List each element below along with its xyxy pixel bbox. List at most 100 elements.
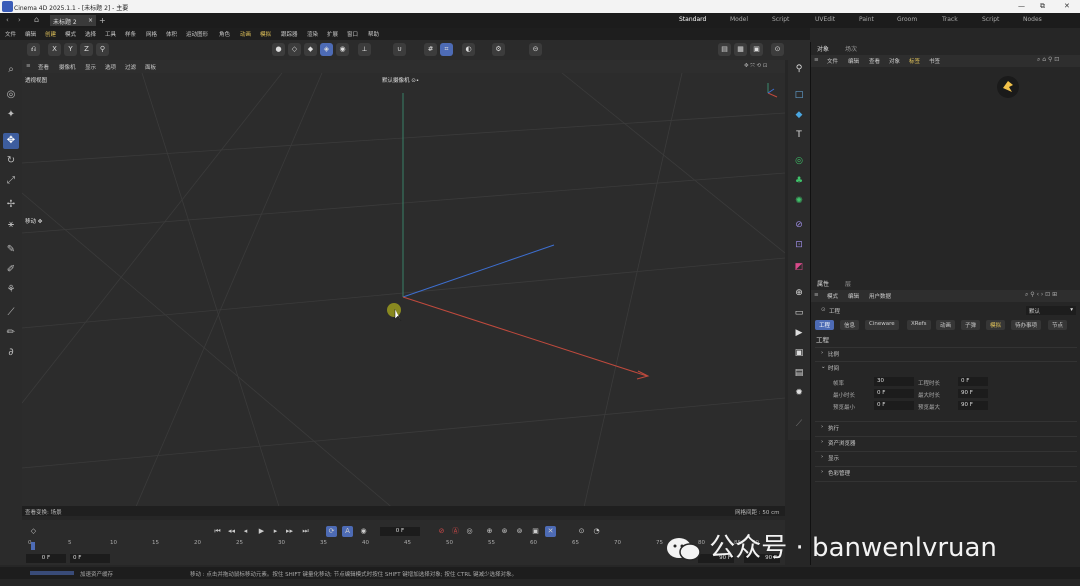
fps-field[interactable]: 30	[874, 377, 914, 386]
tab-layers[interactable]: 层	[845, 279, 851, 288]
volume-icon[interactable]: ◩	[791, 259, 807, 275]
home-icon[interactable]: ⌂	[34, 15, 39, 24]
menu-volume[interactable]: 体积	[166, 30, 177, 38]
viewport-camera[interactable]: 默认摄像机 ⊙•	[382, 76, 419, 84]
objects-search-icon[interactable]: ⌕ ⌂ ⚲ ⊡	[1037, 56, 1059, 64]
timeline-ruler[interactable]: 0 5 10 15 20 25 30 35 40 45 50 55 60 65 …	[28, 540, 763, 552]
group-time[interactable]: 时间	[828, 364, 839, 372]
position-key-icon[interactable]: ⊕	[484, 526, 495, 537]
record-icon[interactable]: ⊘	[436, 526, 447, 537]
menu-file[interactable]: 文件	[5, 30, 16, 38]
tag-icon[interactable]: ⟋	[791, 416, 807, 432]
knife-tool-icon[interactable]: ⟋	[3, 305, 19, 321]
edit-render-settings-icon[interactable]: ▣	[750, 43, 763, 56]
next-key-icon[interactable]: ▸▸	[284, 526, 295, 537]
group-display-toggle[interactable]: ›	[821, 454, 823, 460]
prev-frame-icon[interactable]: ◂	[240, 526, 251, 537]
scale-tool-icon[interactable]: ⤢	[3, 173, 19, 189]
viewport-pan-icon[interactable]: ✥ ⤧ ⟲ ⊡	[744, 63, 767, 70]
axis-z-button[interactable]: Z	[80, 43, 93, 56]
menu-mograph[interactable]: 运动图形	[186, 30, 208, 38]
workspace-standard[interactable]: Standard	[679, 16, 706, 23]
prev-key-icon[interactable]: ◂◂	[226, 526, 237, 537]
move-tool-icon[interactable]: ✥	[3, 133, 19, 149]
subtab-simulation[interactable]: 模拟	[986, 320, 1006, 330]
param-key-icon[interactable]: ▣	[530, 526, 541, 537]
menu-edit[interactable]: 编辑	[25, 30, 36, 38]
sound-icon[interactable]: ◉	[358, 526, 369, 537]
workspace-paint[interactable]: Paint	[859, 16, 874, 23]
next-frame-icon[interactable]: ▸	[270, 526, 281, 537]
viewport-menu-options[interactable]: 选项	[105, 63, 116, 71]
menu-tracker[interactable]: 跟踪器	[281, 30, 298, 38]
min-time-field[interactable]: 0 F	[874, 389, 914, 398]
group-color-management-toggle[interactable]: ›	[821, 469, 823, 475]
magnet-icon[interactable]: ∪	[393, 43, 406, 56]
tab-document[interactable]: 未标题 2 ×	[50, 15, 96, 26]
viewport-menu-view[interactable]: 查看	[38, 63, 49, 71]
preset-dropdown[interactable]: 默认 ▾	[1026, 306, 1076, 315]
loop-icon[interactable]: ⟳	[326, 526, 337, 537]
motion-system-icon[interactable]: ⊙	[576, 526, 587, 537]
viewport-menu-panel[interactable]: 面板	[145, 63, 156, 71]
null-object-icon[interactable]: ⚲	[791, 61, 807, 77]
goto-end-icon[interactable]: ⏭	[300, 526, 311, 537]
objects-menu-view[interactable]: 查看	[869, 57, 880, 65]
group-asset-browser[interactable]: 资产浏览器	[828, 439, 856, 447]
objects-menu-edit[interactable]: 编辑	[848, 57, 859, 65]
render-settings-icon[interactable]: ⊝	[529, 43, 542, 56]
objects-menu-file[interactable]: 文件	[827, 57, 838, 65]
tab-takes[interactable]: 场次	[845, 44, 857, 53]
camera-target-icon[interactable]: ▣	[791, 345, 807, 361]
subtab-todo[interactable]: 待办事项	[1011, 320, 1042, 330]
axis-tool-icon[interactable]: ⚹	[3, 217, 19, 233]
group-display[interactable]: 显示	[828, 454, 839, 462]
fps-mode-icon[interactable]: A	[342, 526, 353, 537]
spline-pen-icon[interactable]: ✐	[3, 262, 19, 278]
subtab-bullet[interactable]: 子弹	[961, 320, 981, 330]
preview-max-field[interactable]: 90 F	[958, 401, 988, 410]
deformer-icon[interactable]: ⊘	[791, 217, 807, 233]
search-icon[interactable]: ⌕	[3, 62, 19, 78]
light-icon[interactable]: ✹	[791, 385, 807, 401]
workspace-model[interactable]: Model	[730, 16, 748, 23]
lasso-icon[interactable]: ∂	[3, 345, 19, 361]
menu-mesh[interactable]: 网格	[146, 30, 157, 38]
menu-help[interactable]: 帮助	[368, 30, 379, 38]
menu-select[interactable]: 选择	[85, 30, 96, 38]
workspace-script-2[interactable]: Script	[982, 16, 999, 23]
menu-extensions[interactable]: 扩展	[327, 30, 338, 38]
tab-objects[interactable]: 对象	[817, 44, 829, 53]
brush-icon[interactable]: ✎	[3, 242, 19, 258]
environment-icon[interactable]: ⊕	[791, 285, 807, 301]
transform-tool-icon[interactable]: ✢	[3, 197, 19, 213]
tab-close-icon[interactable]: ×	[88, 17, 93, 24]
workspace-track[interactable]: Track	[942, 16, 958, 23]
subtab-info[interactable]: 信息	[840, 320, 860, 330]
viewport-hamburger-icon[interactable]: ≡	[26, 63, 31, 69]
start-frame-field[interactable]: 0 F	[26, 554, 66, 563]
rotate-tool-icon[interactable]: ↻	[3, 153, 19, 169]
subtab-nodes[interactable]: 节点	[1048, 320, 1068, 330]
snap-axis-icon[interactable]: ⟂	[358, 43, 371, 56]
workspace-nodes[interactable]: Nodes	[1023, 16, 1042, 23]
model-mode-icon[interactable]: ◈	[320, 43, 333, 56]
subtab-animation[interactable]: 动画	[936, 320, 956, 330]
keyframe-mode-icon[interactable]: ◇	[28, 526, 39, 537]
coordinate-system-icon[interactable]: ⚲	[96, 43, 109, 56]
text-icon[interactable]: T	[791, 127, 807, 143]
cube-icon[interactable]: ◆	[791, 107, 807, 123]
floor-icon[interactable]: ▭	[791, 305, 807, 321]
sketch-tool-icon[interactable]: ✏	[3, 325, 19, 341]
camera-icon[interactable]: ▶	[791, 325, 807, 341]
pla-key-icon[interactable]: ✕	[545, 526, 556, 537]
menu-simulate[interactable]: 模拟	[260, 30, 271, 38]
workplane-snap-icon[interactable]: ⌗	[440, 43, 453, 56]
group-scale[interactable]: 比例	[828, 350, 839, 358]
tweak-icon[interactable]: ⚙	[492, 43, 505, 56]
autokey-icon[interactable]: Ⓐ	[450, 526, 461, 537]
group-time-toggle[interactable]: ⌄	[821, 364, 826, 370]
timeline-settings-icon[interactable]: ◔	[591, 526, 602, 537]
goto-start-icon[interactable]: ⏮	[212, 526, 223, 537]
menu-animate[interactable]: 动画	[240, 30, 251, 38]
